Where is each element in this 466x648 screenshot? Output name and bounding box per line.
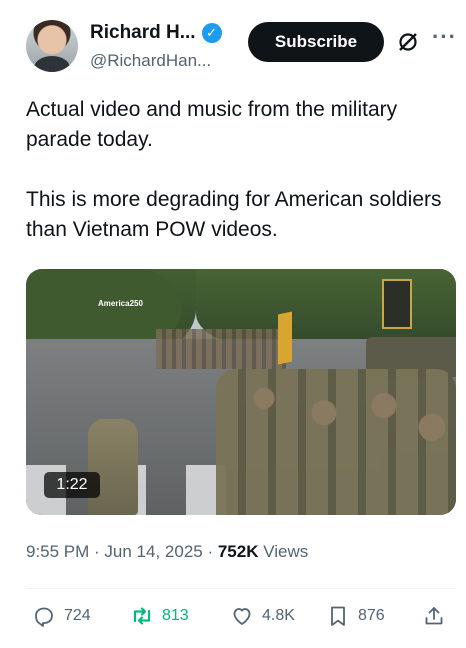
share-button[interactable] bbox=[422, 604, 446, 628]
bookmark-count: 876 bbox=[358, 607, 385, 624]
heart-icon bbox=[233, 608, 251, 625]
like-button[interactable]: 4.8K bbox=[230, 604, 295, 628]
meta-separator: · bbox=[202, 542, 218, 561]
share-icon bbox=[425, 607, 443, 625]
like-count: 4.8K bbox=[262, 607, 295, 624]
views-count: 752K bbox=[217, 542, 259, 561]
retweet-count: 813 bbox=[162, 607, 189, 624]
reply-icon bbox=[35, 607, 53, 627]
video-player[interactable]: America250 1:22 bbox=[26, 269, 456, 515]
tweet-text: Actual video and music from the military… bbox=[26, 98, 442, 241]
video-frame-soldier bbox=[88, 419, 138, 515]
video-frame-banner bbox=[382, 279, 412, 329]
tweet-date[interactable]: Jun 14, 2025 bbox=[104, 542, 202, 561]
author-name-row[interactable]: Richard H... ✓ bbox=[90, 22, 222, 44]
retweet-icon bbox=[133, 607, 151, 625]
author-name[interactable]: Richard H... bbox=[90, 22, 196, 44]
meta-separator: · bbox=[89, 542, 105, 561]
retweet-button[interactable]: 813 bbox=[130, 604, 189, 628]
video-duration-badge: 1:22 bbox=[44, 472, 100, 498]
video-frame-soldiers bbox=[216, 369, 456, 515]
author-handle[interactable]: @RichardHan... bbox=[90, 51, 211, 71]
reply-count: 724 bbox=[64, 607, 91, 624]
subscribe-button[interactable]: Subscribe bbox=[248, 22, 384, 62]
tweet-meta: 9:55 PM · Jun 14, 2025 · 752K Views bbox=[26, 542, 308, 562]
action-bar: 724 813 4.8K 876 bbox=[26, 604, 451, 638]
video-frame-flag bbox=[278, 311, 292, 365]
grok-icon[interactable] bbox=[396, 30, 420, 54]
verified-badge-icon[interactable]: ✓ bbox=[201, 23, 222, 43]
avatar[interactable] bbox=[26, 20, 78, 72]
tweet-time[interactable]: 9:55 PM bbox=[26, 542, 89, 561]
video-frame-marching-column bbox=[156, 329, 286, 369]
reply-button[interactable]: 724 bbox=[32, 604, 91, 628]
bookmark-icon bbox=[331, 606, 345, 626]
bookmark-button[interactable]: 876 bbox=[326, 604, 385, 628]
more-icon[interactable]: ··· bbox=[432, 24, 457, 50]
divider bbox=[26, 588, 456, 589]
views-label: Views bbox=[258, 542, 309, 561]
tweet-header: Richard H... ✓ @RichardHan... Subscribe … bbox=[26, 20, 456, 76]
video-watermark: America250 bbox=[98, 299, 143, 308]
